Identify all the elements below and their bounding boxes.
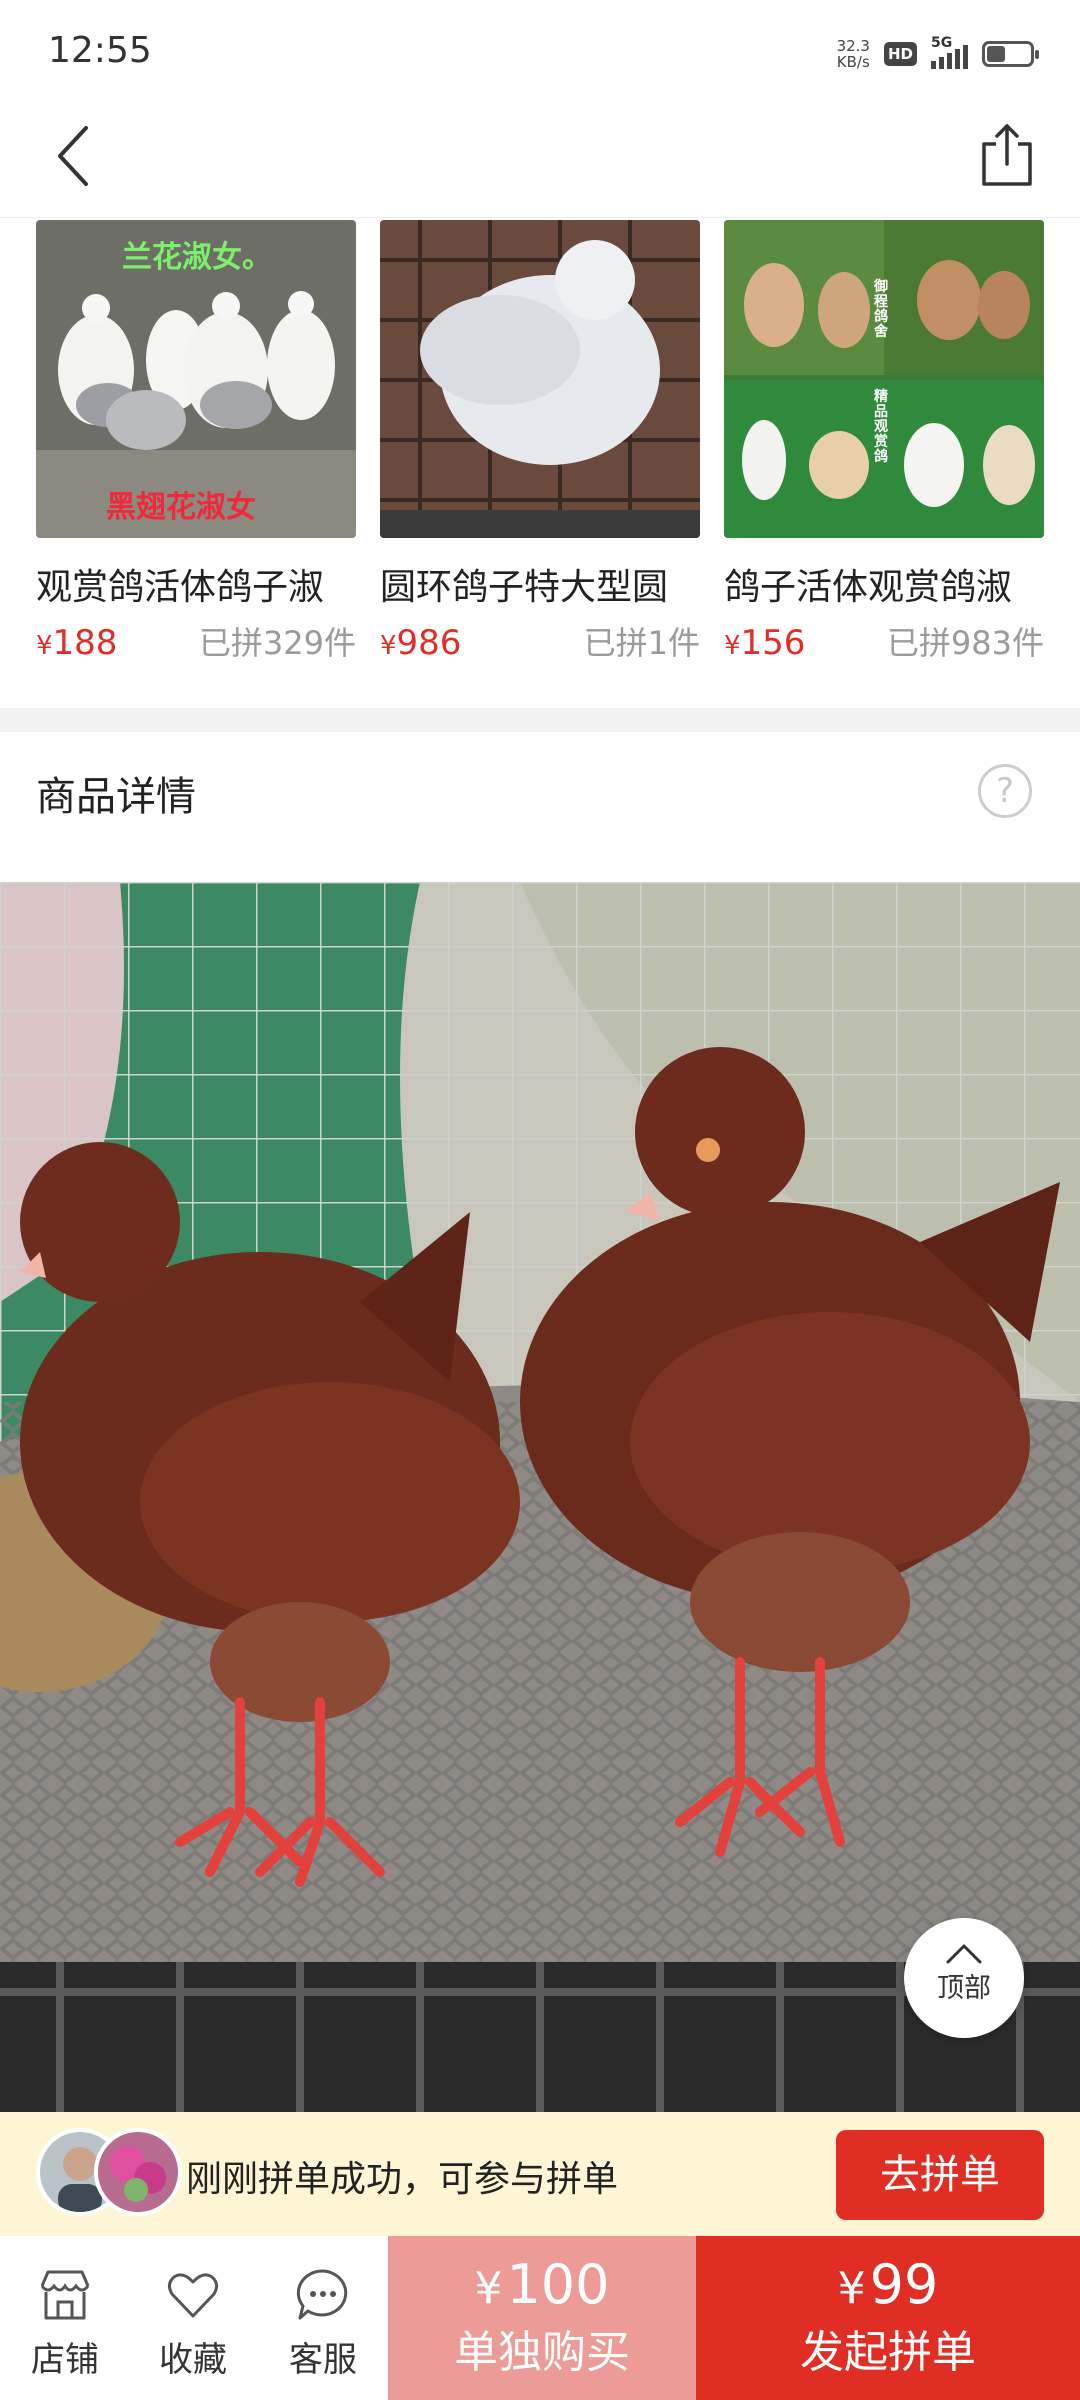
- solo-label: 单独购买: [454, 2327, 630, 2378]
- store-icon: [40, 2270, 90, 2320]
- back-to-top-button[interactable]: 顶部: [904, 1918, 1024, 2038]
- share-button[interactable]: [972, 120, 1042, 190]
- image-caption: 兰花淑女。: [122, 240, 272, 275]
- product-sold-count: 已拼329件: [198, 624, 356, 662]
- buy-alone-button[interactable]: ¥100 单独购买: [388, 2236, 696, 2400]
- product-title: 鸽子活体观赏鸽淑: [724, 567, 1013, 608]
- product-price: ¥986: [380, 623, 462, 663]
- image-caption: 御程鸽舍: [874, 279, 888, 340]
- group-buy-banner: 刚刚拼单成功，可参与拼单 去拼单: [0, 2112, 1080, 2236]
- bottom-action-bar: 店铺 收藏 客服 ¥100 单独购买 ¥99 发起拼单: [0, 2236, 1080, 2400]
- image-caption: 黑翅花淑女: [106, 490, 256, 525]
- avatar: [94, 2128, 182, 2216]
- product-page: 12:55 32.3 KB/s HD 5G 兰花淑女。 黑翅花淑女 观赏鸽活体鸽…: [0, 0, 1080, 2400]
- network-speed-unit: KB/s: [836, 53, 870, 71]
- hd-icon: HD: [883, 42, 917, 66]
- group-label: 发起拼单: [800, 2327, 976, 2378]
- back-to-top-label: 顶部: [937, 1973, 991, 2004]
- section-divider: [0, 708, 1080, 732]
- favorite-label: 收藏: [159, 2340, 227, 2380]
- start-group-buy-button[interactable]: ¥99 发起拼单: [696, 2236, 1080, 2400]
- product-sold-count: 已拼983件: [886, 624, 1044, 662]
- product-image: 御程鸽舍 精品观赏鸽: [724, 220, 1044, 538]
- product-image: 兰花淑女。 黑翅花淑女: [36, 220, 356, 538]
- network-speed-value: 32.3: [836, 37, 870, 55]
- battery-icon: [982, 41, 1039, 67]
- product-card[interactable]: 兰花淑女。 黑翅花淑女 观赏鸽活体鸽子淑 ¥188 已拼329件: [36, 220, 356, 664]
- recommended-products: 兰花淑女。 黑翅花淑女 观赏鸽活体鸽子淑 ¥188 已拼329件 圆环鸽子特大型…: [0, 220, 1080, 708]
- share-icon: [982, 124, 1032, 186]
- network-type: 5G: [931, 35, 953, 51]
- nav-bar: [0, 100, 1080, 218]
- detail-photo: [0, 882, 1080, 2112]
- store-button[interactable]: 店铺: [0, 2236, 130, 2400]
- product-image: [380, 220, 700, 538]
- favorite-button[interactable]: 收藏: [128, 2236, 258, 2400]
- detail-title: 商品详情: [36, 774, 196, 820]
- product-price: ¥156: [724, 623, 806, 663]
- back-button[interactable]: [46, 120, 116, 190]
- product-card[interactable]: 御程鸽舍 精品观赏鸽 鸽子活体观赏鸽淑 ¥156 已拼983件: [724, 220, 1044, 664]
- store-label: 店铺: [31, 2340, 99, 2380]
- customer-service-label: 客服: [289, 2340, 357, 2380]
- chat-icon: [296, 2269, 348, 2320]
- chevron-up-icon: [946, 1944, 982, 1964]
- status-time: 12:55: [48, 30, 152, 71]
- product-title: 观赏鸽活体鸽子淑: [36, 567, 325, 608]
- image-caption: 精品观赏鸽: [874, 389, 888, 465]
- join-group-button[interactable]: 去拼单: [836, 2130, 1044, 2220]
- group-price: ¥99: [837, 2253, 939, 2316]
- detail-header: 商品详情 ?: [0, 732, 1080, 882]
- status-icons: 32.3 KB/s HD 5G: [837, 34, 1039, 74]
- customer-service-button[interactable]: 客服: [258, 2236, 388, 2400]
- product-title: 圆环鸽子特大型圆: [380, 567, 669, 608]
- solo-price: ¥100: [474, 2253, 610, 2316]
- product-card[interactable]: 圆环鸽子特大型圆 ¥986 已拼1件: [380, 220, 700, 664]
- heart-icon: [167, 2273, 219, 2318]
- back-arrow-icon: [58, 126, 88, 186]
- signal-icon: 5G: [931, 35, 968, 69]
- help-icon[interactable]: ?: [978, 764, 1032, 818]
- status-bar: 12:55 32.3 KB/s HD 5G: [0, 0, 1080, 100]
- network-speed: 32.3 KB/s: [837, 38, 870, 70]
- product-sold-count: 已拼1件: [583, 624, 700, 662]
- group-buy-message: 刚刚拼单成功，可参与拼单: [186, 2159, 619, 2200]
- product-price: ¥188: [36, 623, 118, 663]
